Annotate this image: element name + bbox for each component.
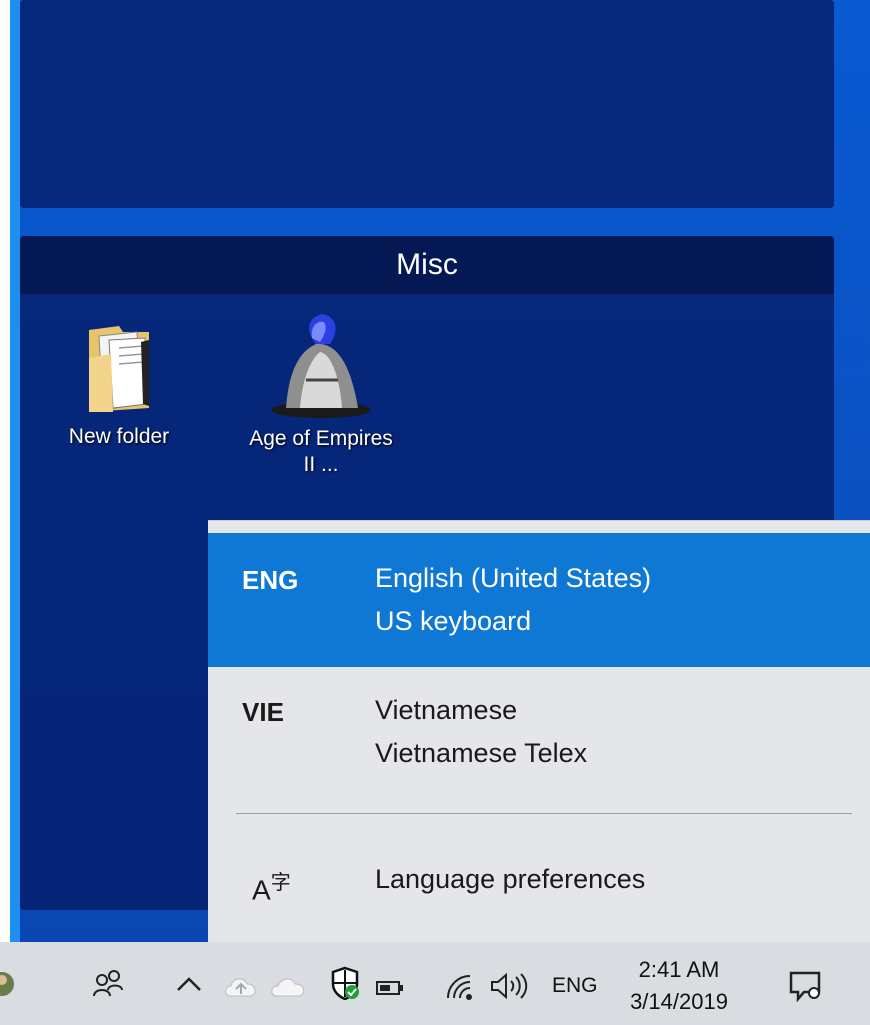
- taskbar: ENG 2:41 AM 3/14/2019: [0, 942, 870, 1025]
- language-item-eng[interactable]: ENG English (United States) US keyboard: [208, 533, 870, 667]
- battery-icon[interactable]: [376, 980, 404, 996]
- wifi-icon[interactable]: [444, 972, 478, 1000]
- icon-label: New folder: [68, 425, 170, 448]
- divider: [236, 813, 852, 814]
- language-preferences-label: Language preferences: [375, 864, 646, 894]
- age-of-empires-icon: [271, 314, 371, 418]
- chevron-up-icon[interactable]: [176, 976, 202, 992]
- language-code: ENG: [242, 565, 299, 595]
- clock-time: 2:41 AM: [638, 957, 720, 982]
- fence-top: [20, 0, 834, 208]
- keyboard-name: US keyboard: [375, 606, 532, 636]
- language-code: VIE: [242, 697, 284, 727]
- clock[interactable]: 2:41 AM 3/14/2019: [624, 954, 734, 1018]
- language-preferences-link[interactable]: A字 Language preferences: [208, 826, 870, 943]
- desktop-icon-age-of-empires[interactable]: Age of Empires II ...: [246, 310, 396, 478]
- onedrive-icon[interactable]: [270, 974, 308, 998]
- app-icon[interactable]: [0, 968, 16, 1000]
- language-flyout: ENG English (United States) US keyboard …: [208, 520, 870, 943]
- language-item-vie[interactable]: VIE Vietnamese Vietnamese Telex: [208, 667, 870, 801]
- cloud-upload-icon[interactable]: [224, 974, 258, 998]
- fence-title: Misc: [20, 236, 834, 294]
- defender-icon[interactable]: [330, 966, 360, 1000]
- language-name: Vietnamese: [375, 695, 518, 725]
- notification-icon[interactable]: [788, 970, 822, 1002]
- language-name: English (United States): [375, 563, 652, 593]
- desktop-edge: [0, 0, 10, 942]
- icon-label: Age of Empires II ...: [249, 427, 393, 476]
- desktop-stripe: [10, 0, 20, 942]
- people-icon[interactable]: [92, 968, 126, 998]
- volume-icon[interactable]: [490, 972, 530, 1000]
- language-icon: A字: [252, 872, 291, 906]
- desktop-icon-new-folder[interactable]: New folder: [44, 318, 194, 450]
- folder-icon: [89, 326, 149, 412]
- keyboard-name: Vietnamese Telex: [375, 738, 588, 768]
- input-indicator[interactable]: ENG: [552, 974, 598, 998]
- clock-date: 3/14/2019: [630, 989, 728, 1014]
